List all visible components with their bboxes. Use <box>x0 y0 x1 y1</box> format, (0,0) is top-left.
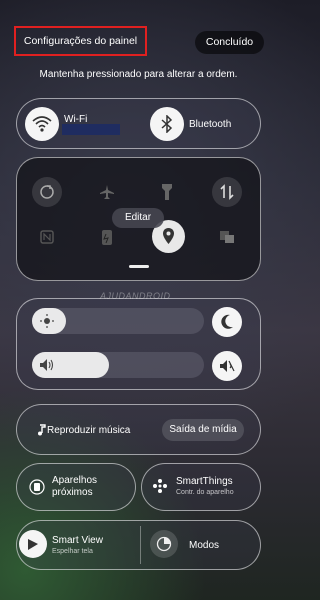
smartthings-sublabel: Contr. do aparelho <box>176 489 234 496</box>
smartthings-label: SmartThings <box>176 476 233 487</box>
flashlight-tile[interactable] <box>152 177 182 207</box>
airplane-icon <box>99 184 115 200</box>
moon-icon <box>220 314 234 330</box>
wifi-icon <box>32 115 52 133</box>
multi-window-icon <box>219 230 235 244</box>
dark-mode-button[interactable] <box>212 307 242 337</box>
power-saving-icon <box>101 228 113 246</box>
nfc-tile[interactable] <box>32 222 62 252</box>
done-button[interactable]: Concluído <box>195 31 264 54</box>
edit-button[interactable]: Editar <box>112 208 164 228</box>
brightness-slider[interactable] <box>32 308 204 334</box>
reorder-hint: Mantenha pressionado para alterar a orde… <box>39 69 238 80</box>
bluetooth-label: Bluetooth <box>189 119 232 130</box>
sun-icon <box>40 314 54 328</box>
nearby-devices-icon <box>29 478 45 496</box>
media-play-label: Reproduzir música <box>47 425 131 436</box>
wifi-toggle[interactable] <box>25 107 59 141</box>
speaker-icon <box>39 358 55 372</box>
flashlight-icon <box>162 183 172 201</box>
bottom-tiles-divider <box>140 526 141 564</box>
modes-toggle[interactable] <box>150 530 178 558</box>
modes-icon <box>156 536 172 552</box>
auto-rotate-icon <box>39 184 55 200</box>
panel-drag-handle[interactable] <box>129 265 149 268</box>
bluetooth-icon <box>161 115 173 133</box>
mobile-data-tile[interactable] <box>212 177 242 207</box>
bluetooth-toggle[interactable] <box>150 107 184 141</box>
multi-window-tile[interactable] <box>212 222 242 252</box>
nfc-icon <box>40 230 54 244</box>
auto-rotate-tile[interactable] <box>32 177 62 207</box>
mute-icon <box>219 359 235 373</box>
location-icon <box>162 227 175 245</box>
smart-view-toggle[interactable] <box>19 530 47 558</box>
airplane-tile[interactable] <box>92 177 122 207</box>
music-note-icon <box>36 424 46 436</box>
smart-view-label: Smart View <box>52 535 103 546</box>
nearby-devices-label-line1: Aparelhos <box>52 475 98 486</box>
modes-label: Modos <box>189 540 220 551</box>
panel-settings-title-box: Configurações do painel <box>14 26 147 56</box>
smart-view-icon <box>25 537 41 551</box>
smartthings-icon <box>152 478 168 494</box>
volume-slider[interactable] <box>32 352 204 378</box>
page-title: Configurações do painel <box>23 35 138 47</box>
mute-button[interactable] <box>212 351 242 381</box>
smart-view-sublabel: Espelhar tela <box>52 548 93 555</box>
wifi-network-name-redacted <box>62 124 120 135</box>
media-output-button[interactable]: Saída de mídia <box>162 419 244 441</box>
mobile-data-icon <box>219 184 235 200</box>
nearby-devices-label-line2: próximos <box>52 487 93 498</box>
